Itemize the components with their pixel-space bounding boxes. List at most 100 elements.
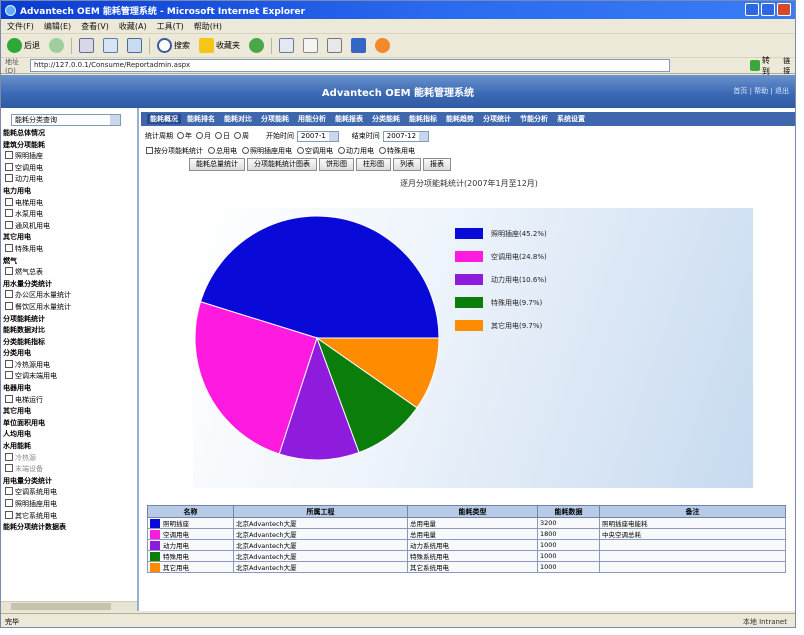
radio-hvac[interactable]: 空调用电 bbox=[296, 146, 333, 156]
sidebar-item[interactable]: 用电量分类统计 bbox=[1, 476, 137, 488]
close-button[interactable] bbox=[777, 3, 791, 16]
menu-help[interactable]: 帮助(H) bbox=[194, 21, 222, 32]
sidebar-item[interactable]: 分类用电 bbox=[1, 348, 137, 360]
sidebar-item[interactable]: 照明插座用电 bbox=[1, 499, 137, 511]
favorites-button[interactable]: 收藏夹 bbox=[197, 37, 242, 55]
sidebar-item[interactable]: 燃气总表 bbox=[1, 267, 137, 279]
sidebar-scrollbar[interactable] bbox=[1, 601, 137, 611]
view-tab-bar[interactable]: 柱形图 bbox=[356, 158, 391, 171]
history-button[interactable] bbox=[277, 37, 296, 55]
module-tab[interactable]: 节能分析 bbox=[517, 114, 551, 124]
menu-file[interactable]: 文件(F) bbox=[7, 21, 34, 32]
module-tab[interactable]: 能耗概况 bbox=[147, 114, 181, 124]
menu-tools[interactable]: 工具(T) bbox=[157, 21, 184, 32]
module-tab[interactable]: 分项能耗 bbox=[258, 114, 292, 124]
sidebar-item[interactable]: 空调用电 bbox=[1, 163, 137, 175]
sidebar-item[interactable]: 空调系统用电 bbox=[1, 487, 137, 499]
refresh-button[interactable] bbox=[101, 37, 120, 55]
stop-button[interactable] bbox=[77, 37, 96, 55]
address-input[interactable]: http://127.0.0.1/Consume/Reportadmin.asp… bbox=[29, 59, 670, 72]
sidebar-item[interactable]: 能耗数据对比 bbox=[1, 325, 137, 337]
view-tab-pie[interactable]: 饼形图 bbox=[319, 158, 354, 171]
radio-total[interactable]: 总用电 bbox=[207, 146, 237, 156]
radio-month[interactable]: 月 bbox=[195, 131, 211, 141]
sidebar-item[interactable]: 能耗总体情况 bbox=[1, 128, 137, 140]
sidebar-item[interactable]: 能耗分项统计数据表 bbox=[1, 522, 137, 534]
module-tab[interactable]: 能耗指标 bbox=[406, 114, 440, 124]
radio-year[interactable]: 年 bbox=[176, 131, 192, 141]
sidebar-item[interactable]: 照明插座 bbox=[1, 151, 137, 163]
sidebar-item[interactable]: 单位面积用电 bbox=[1, 418, 137, 430]
radio-week[interactable]: 周 bbox=[233, 131, 249, 141]
module-tab[interactable]: 能耗报表 bbox=[332, 114, 366, 124]
sidebar-item[interactable]: 冷热源 bbox=[1, 453, 137, 465]
start-time-select[interactable]: 2007-1 bbox=[297, 130, 339, 142]
radio-lighting[interactable]: 照明插座用电 bbox=[241, 146, 292, 156]
maximize-button[interactable] bbox=[761, 3, 775, 16]
minimize-button[interactable] bbox=[745, 3, 759, 16]
view-tab-report[interactable]: 报表 bbox=[423, 158, 451, 171]
sidebar-item[interactable]: 其它系统用电 bbox=[1, 511, 137, 523]
sidebar-item[interactable]: 电梯用电 bbox=[1, 198, 137, 210]
sidebar-item[interactable]: 电梯运行 bbox=[1, 395, 137, 407]
end-time-select[interactable]: 2007-12 bbox=[382, 130, 430, 142]
radio-day[interactable]: 日 bbox=[214, 131, 230, 141]
module-tab[interactable]: 分项统计 bbox=[480, 114, 514, 124]
sidebar-item[interactable]: 分项能耗统计 bbox=[1, 314, 137, 326]
sidebar-item[interactable]: 水泵用电 bbox=[1, 209, 137, 221]
home-button[interactable] bbox=[125, 37, 144, 55]
sidebar-item[interactable]: 分类能耗指标 bbox=[1, 337, 137, 349]
banner-links[interactable]: 首页 | 帮助 | 退出 bbox=[733, 86, 789, 96]
menu-edit[interactable]: 编辑(E) bbox=[44, 21, 71, 32]
module-tab[interactable]: 能耗排名 bbox=[184, 114, 218, 124]
word-button[interactable] bbox=[349, 37, 368, 55]
sidebar-item[interactable]: 其它用电 bbox=[1, 406, 137, 418]
sidebar-item[interactable]: 建筑分项能耗 bbox=[1, 140, 137, 152]
sidebar-tree: 能耗总体情况 建筑分项能耗 照明插座 空调用电 动力用电 电力用电 电梯用电 水泵用电 通风机用… bbox=[1, 128, 137, 534]
category-select[interactable]: 能耗分类查询 bbox=[11, 114, 121, 126]
view-tab-breakdown[interactable]: 分项能耗统计图表 bbox=[247, 158, 317, 171]
sidebar-item[interactable]: 空调末端用电 bbox=[1, 371, 137, 383]
sidebar-item[interactable]: 通风机用电 bbox=[1, 221, 137, 233]
go-button[interactable]: 转到 bbox=[749, 55, 775, 77]
sidebar-item[interactable]: 电力用电 bbox=[1, 186, 137, 198]
view-tab-list[interactable]: 列表 bbox=[393, 158, 421, 171]
menu-view[interactable]: 查看(V) bbox=[81, 21, 109, 32]
scrollbar-thumb[interactable] bbox=[11, 603, 111, 610]
messenger-button[interactable] bbox=[373, 37, 392, 55]
links-label[interactable]: 链接 bbox=[783, 56, 795, 76]
table-row[interactable]: 照明插座 北京Advantech大厦 总用电量 3200 照明插座电能耗 bbox=[147, 517, 786, 529]
sidebar-item[interactable]: 动力用电 bbox=[1, 174, 137, 186]
media-button[interactable] bbox=[247, 37, 266, 55]
sidebar-item[interactable]: 其它用电 bbox=[1, 232, 137, 244]
sidebar-item[interactable]: 人均用电 bbox=[1, 429, 137, 441]
module-tab[interactable]: 用能分析 bbox=[295, 114, 329, 124]
module-tab[interactable]: 分类能耗 bbox=[369, 114, 403, 124]
forward-button[interactable] bbox=[47, 37, 66, 55]
sidebar-item[interactable]: 燃气 bbox=[1, 256, 137, 268]
by-category-checkbox[interactable]: 按分项能耗统计 bbox=[145, 146, 203, 156]
sidebar-item[interactable]: 餐饮区用水量统计 bbox=[1, 302, 137, 314]
module-tab[interactable]: 能耗趋势 bbox=[443, 114, 477, 124]
back-button[interactable]: 后退 bbox=[5, 37, 42, 55]
module-tab[interactable]: 能耗对比 bbox=[221, 114, 255, 124]
view-tab-total[interactable]: 能耗总量统计 bbox=[189, 158, 245, 171]
table-row[interactable]: 其它用电 北京Advantech大厦 其它系统用电 1000 bbox=[147, 561, 786, 573]
sidebar-item[interactable]: 特殊用电 bbox=[1, 244, 137, 256]
sidebar-item[interactable]: 办公区用水量统计 bbox=[1, 290, 137, 302]
search-button[interactable]: 搜索 bbox=[155, 37, 192, 55]
sidebar-item[interactable]: 冷热源用电 bbox=[1, 360, 137, 372]
menu-favorites[interactable]: 收藏(A) bbox=[119, 21, 147, 32]
mail-button[interactable] bbox=[301, 37, 320, 55]
radio-special[interactable]: 特殊用电 bbox=[378, 146, 415, 156]
radio-power[interactable]: 动力用电 bbox=[337, 146, 374, 156]
table-row[interactable]: 动力用电 北京Advantech大厦 动力系统用电 1000 bbox=[147, 539, 786, 551]
sidebar-item[interactable]: 用水量分类统计 bbox=[1, 279, 137, 291]
sidebar-item[interactable]: 水用能耗 bbox=[1, 441, 137, 453]
table-row[interactable]: 空调用电 北京Advantech大厦 总用电量 1800 中央空调总耗 bbox=[147, 528, 786, 540]
sidebar-item[interactable]: 末端设备 bbox=[1, 464, 137, 476]
print-button[interactable] bbox=[325, 37, 344, 55]
table-row[interactable]: 特殊用电 北京Advantech大厦 特殊系统用电 1000 bbox=[147, 550, 786, 562]
sidebar-item[interactable]: 电器用电 bbox=[1, 383, 137, 395]
module-tab[interactable]: 系统设置 bbox=[554, 114, 588, 124]
